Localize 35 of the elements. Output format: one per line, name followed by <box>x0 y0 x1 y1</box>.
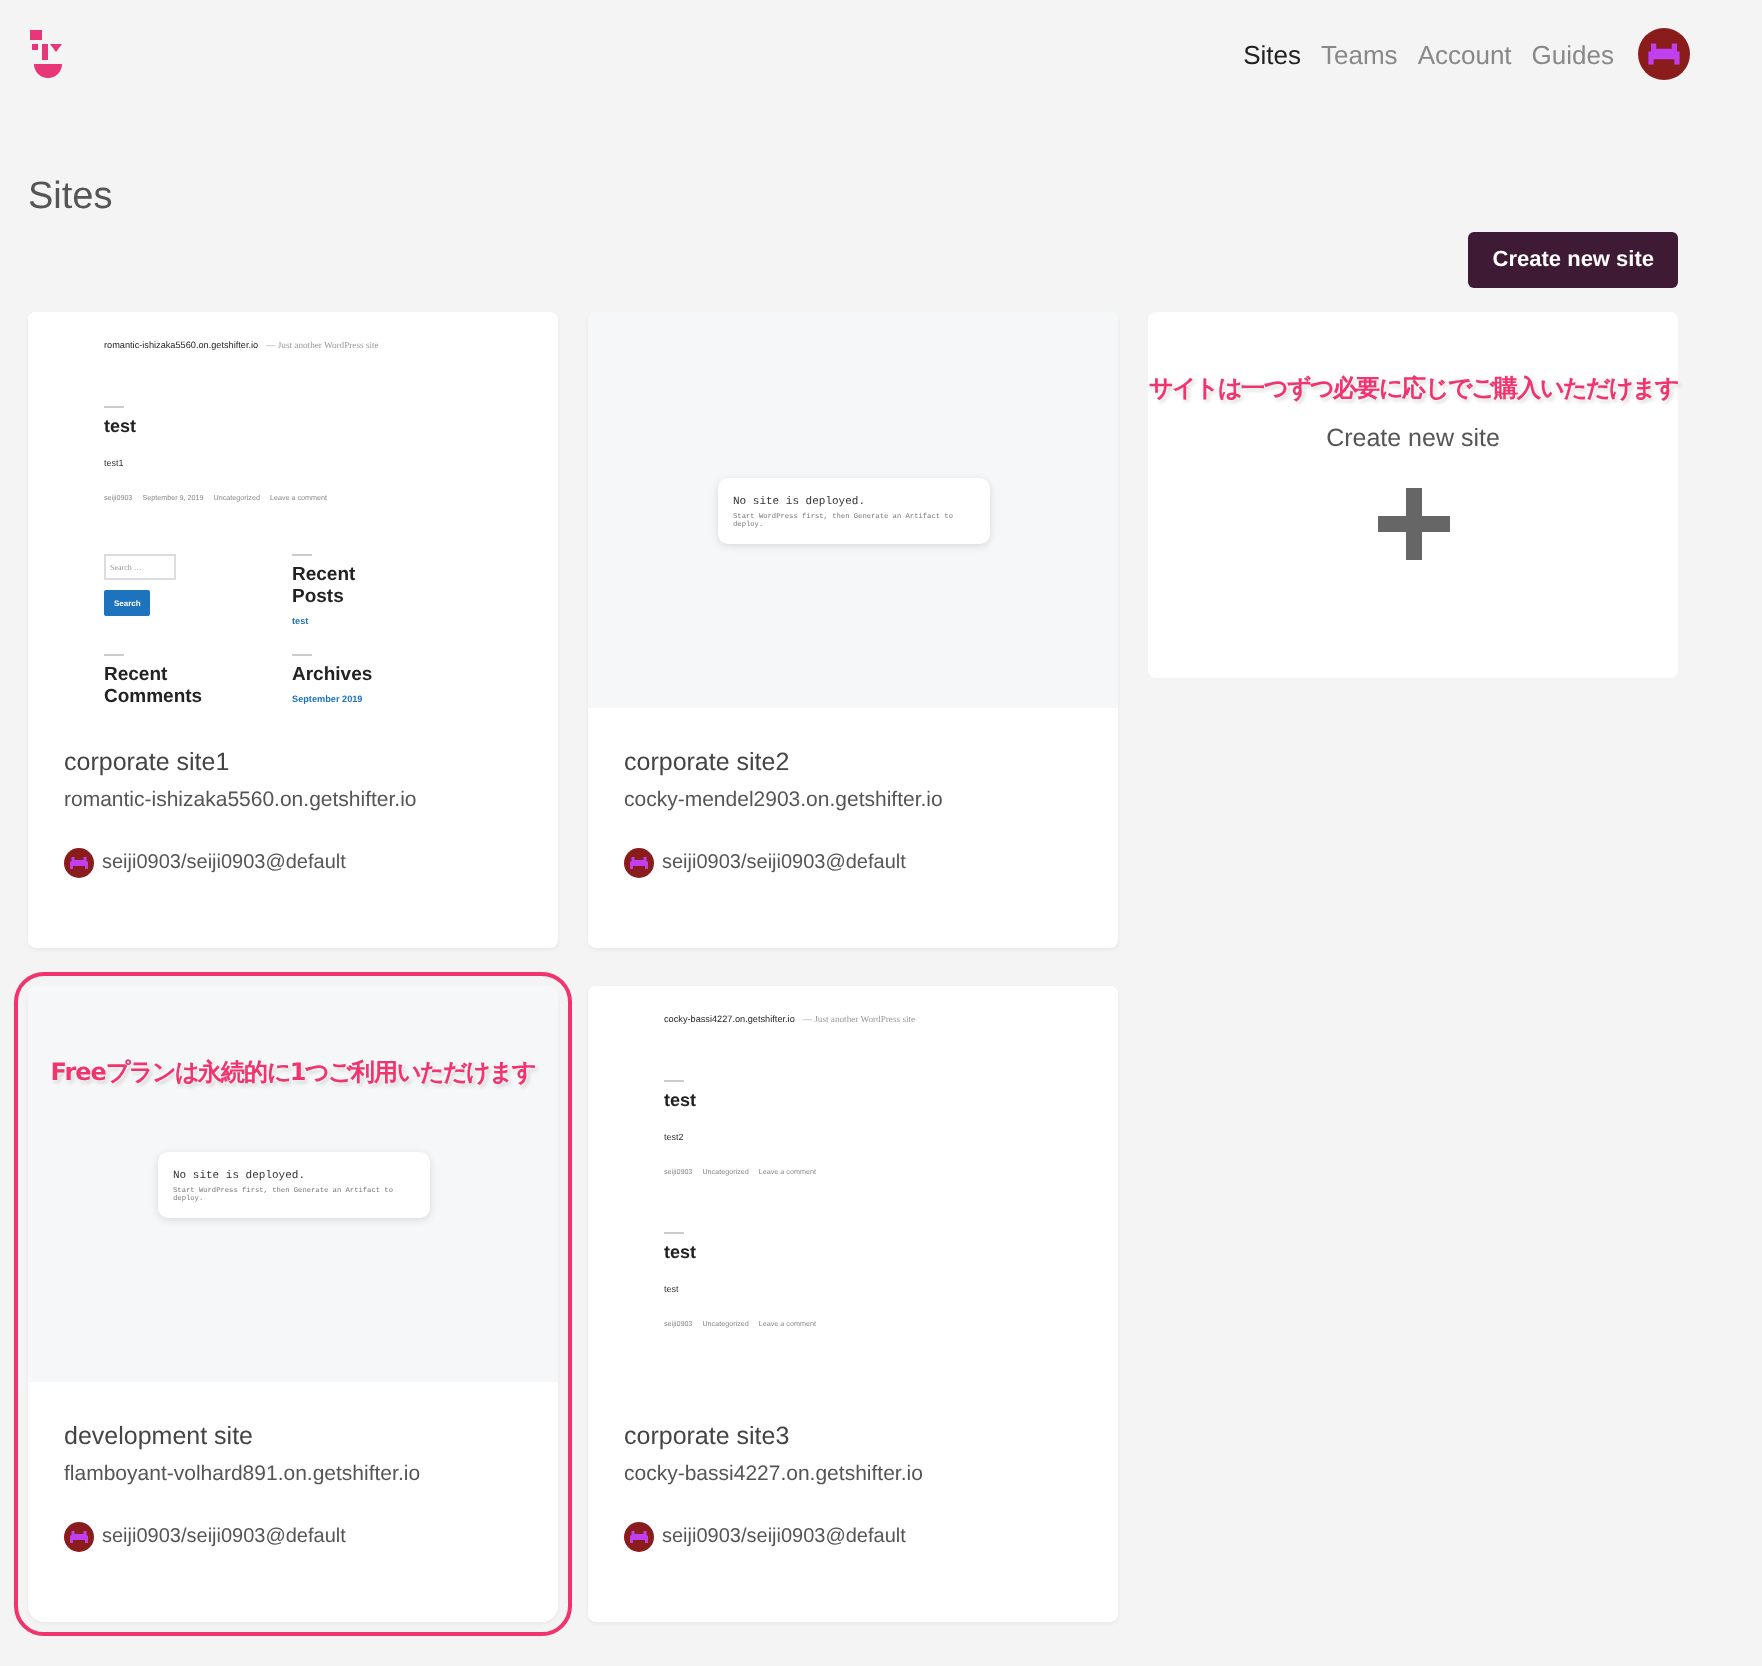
annotation-text: Freeプランは永続的に1つご利用いただけます <box>50 1056 536 1090</box>
nav-link[interactable]: Guides <box>1531 39 1614 69</box>
widget-title: Recent Posts <box>292 564 358 608</box>
site-domain: cocky-mendel2903.on.getshifter.io <box>624 788 945 812</box>
site-name: corporate site2 <box>624 748 792 776</box>
owner-text: seiji0903/seiji0903@default <box>662 852 906 874</box>
nav-link[interactable]: Account <box>1417 39 1512 69</box>
create-site-button[interactable]: Create new site <box>1468 232 1678 288</box>
nav-link[interactable]: Sites <box>1243 39 1302 69</box>
site-domain: cocky-bassi4227.on.getshifter.io <box>624 1462 925 1486</box>
site-card[interactable] <box>28 312 558 948</box>
widget-title: Recent Comments <box>104 664 205 708</box>
plus-icon <box>1377 488 1449 560</box>
avatar-icon <box>64 1522 94 1552</box>
post-title: test <box>664 1242 699 1262</box>
owner-text: seiji0903/seiji0903@default <box>662 1526 906 1548</box>
site-name: corporate site3 <box>624 1422 792 1450</box>
site-name: development site <box>64 1422 256 1450</box>
site-domain: flamboyant-volhard891.on.getshifter.io <box>64 1462 423 1486</box>
new-site-label: Create new site <box>1326 424 1500 452</box>
avatar-icon <box>624 1522 654 1552</box>
site-domain: romantic-ishizaka5560.on.getshifter.io <box>64 788 419 812</box>
avatar-icon <box>624 848 654 878</box>
owner-text: seiji0903/seiji0903@default <box>102 1526 346 1548</box>
annotation-text: サイトは一つずつ必要に応じでご購入いただけます <box>1148 372 1678 406</box>
post-title: test <box>664 1090 699 1110</box>
avatar-icon <box>1638 28 1690 80</box>
widget-title: Archives <box>292 664 375 686</box>
page-title: Sites <box>28 176 115 220</box>
avatar-icon <box>64 848 94 878</box>
nav-link[interactable]: Teams <box>1321 39 1398 69</box>
owner-text: seiji0903/seiji0903@default <box>102 852 346 874</box>
post-title: test <box>104 416 139 436</box>
new-site-card[interactable]: サイトは一つずつ必要に応じでご購入いただけます Create new site <box>1148 312 1678 678</box>
site-name: corporate site1 <box>64 748 232 776</box>
